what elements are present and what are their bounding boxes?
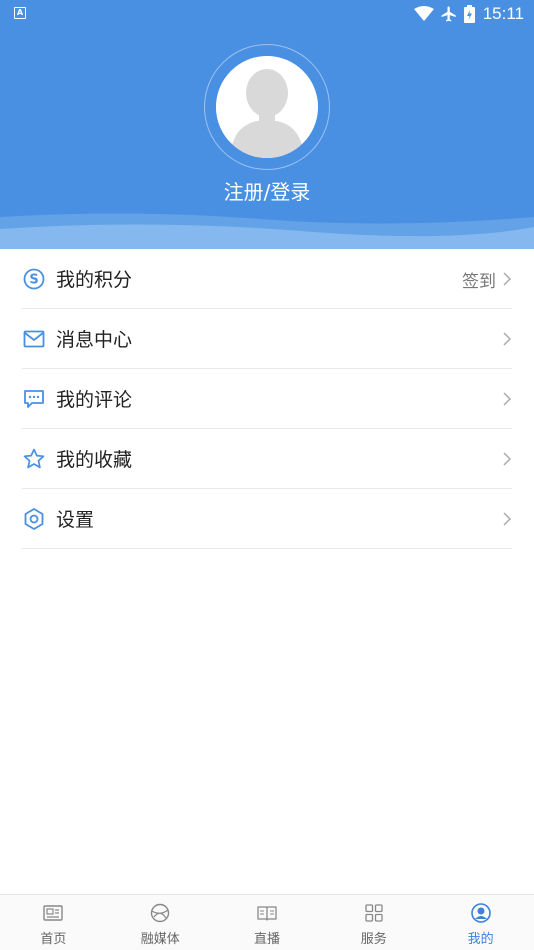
points-icon: S [22,267,46,291]
menu-item-settings[interactable]: 设置 [22,489,512,549]
tab-home[interactable]: 首页 [0,895,107,950]
battery-icon [463,5,475,23]
chevron-right-icon [503,332,512,346]
chevron-right-icon [503,452,512,466]
news-icon [43,905,64,921]
star-icon [22,447,46,471]
avatar[interactable] [216,56,318,158]
tab-label: 我的 [467,932,494,947]
user-icon [470,903,491,923]
wifi-icon [413,6,434,21]
status-time: 15:11 [482,4,524,23]
tab-live[interactable]: 直播 [214,895,321,950]
globe-icon [150,903,170,923]
chevron-right-icon [503,512,512,526]
menu-item-label: 消息中心 [56,329,133,351]
tab-mine[interactable]: 我的 [427,895,534,950]
menu-item-points[interactable]: S 我的积分 签到 [22,249,512,309]
checkin-link[interactable]: 签到 [462,267,496,292]
tab-label: 服务 [360,932,387,947]
tab-media[interactable]: 融媒体 [107,895,214,950]
profile-page: A 15:11 注册/登录 S 我的积分 签到 消息中心 我的评论 我的收藏 设… [0,0,534,950]
tab-services[interactable]: 服务 [320,895,427,950]
mail-icon [22,327,46,351]
tab-label: 融媒体 [140,932,180,947]
status-bar: A 15:11 [0,0,534,28]
comment-icon [22,387,46,411]
login-register-link[interactable]: 注册/登录 [0,176,534,205]
menu-item-favorites[interactable]: 我的收藏 [22,429,512,489]
bottom-nav: 首页 融媒体 直播 服务 我的 [0,894,534,950]
notification-icon: A [14,7,26,19]
menu-item-label: 我的积分 [56,269,133,291]
status-icons: 15:11 [413,3,524,25]
chevron-right-icon [503,392,512,406]
airplane-icon [441,6,456,22]
menu-item-label: 我的评论 [56,389,133,411]
menu-item-label: 设置 [56,509,95,531]
header-wave [0,213,534,249]
profile-header: A 15:11 注册/登录 [0,0,534,249]
chevron-right-icon [503,272,512,286]
menu-item-messages[interactable]: 消息中心 [22,309,512,369]
book-icon [257,906,277,921]
menu-list: S 我的积分 签到 消息中心 我的评论 我的收藏 设置 [0,249,534,549]
menu-item-label: 我的收藏 [56,449,133,471]
grid-icon [365,904,383,922]
svg-text:S: S [29,272,38,287]
tab-label: 直播 [253,932,280,947]
menu-item-comments[interactable]: 我的评论 [22,369,512,429]
gear-icon [22,507,46,531]
default-avatar-icon [216,56,318,158]
tab-label: 首页 [40,932,67,947]
